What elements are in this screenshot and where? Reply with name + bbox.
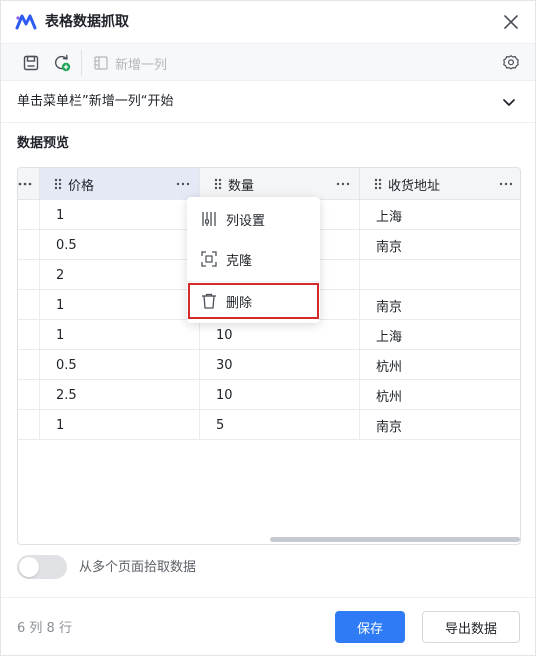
column-more-icon[interactable] bbox=[498, 176, 514, 192]
more-dots-icon bbox=[18, 182, 32, 186]
footer: 6 列 8 行 保存 导出数据 bbox=[1, 597, 535, 655]
app-logo-icon bbox=[15, 14, 37, 30]
multi-page-toggle-label: 从多个页面拾取数据 bbox=[79, 560, 197, 575]
table-size-summary: 6 列 8 行 bbox=[17, 621, 72, 636]
add-column-label: 新增一列 bbox=[115, 57, 168, 73]
table-cell[interactable]: 5 bbox=[200, 410, 360, 440]
settings-gear-icon[interactable] bbox=[501, 53, 521, 73]
table-cell[interactable]: 10 bbox=[200, 320, 360, 350]
drag-handle-icon[interactable] bbox=[214, 178, 222, 190]
instruction-row[interactable]: 单击菜单栏”新增一列“开始 bbox=[1, 81, 535, 123]
table-cell[interactable]: 1 bbox=[40, 320, 200, 350]
table-cell[interactable]: 10 bbox=[200, 380, 360, 410]
refresh-add-icon[interactable] bbox=[52, 53, 72, 73]
table-cell[interactable]: 南京 bbox=[360, 290, 520, 320]
table-cell[interactable]: 2.5 bbox=[40, 380, 200, 410]
truncated-column-header[interactable] bbox=[18, 168, 40, 200]
column-header-label: 价格 bbox=[68, 178, 95, 194]
drag-handle-icon[interactable] bbox=[374, 178, 382, 190]
data-scraper-window: 表格数据抓取 新增一列 单击菜单栏”新增一列“开始 数据预览 价格 数量 收货地… bbox=[0, 0, 536, 656]
menu-item-column-settings[interactable]: 列设置 bbox=[187, 199, 320, 239]
column-more-icon[interactable] bbox=[175, 176, 191, 192]
table-cell bbox=[18, 200, 40, 230]
table-cell bbox=[18, 320, 40, 350]
table-cell[interactable]: 2 bbox=[40, 260, 200, 290]
table-row[interactable]: 2.5 10 杭州 bbox=[18, 380, 520, 410]
table-row[interactable]: 0.5 30 杭州 bbox=[18, 350, 520, 380]
table-cell bbox=[18, 410, 40, 440]
table-cell[interactable]: 1 bbox=[40, 290, 200, 320]
table-cell[interactable]: 杭州 bbox=[360, 350, 520, 380]
table-cell[interactable] bbox=[360, 260, 520, 290]
window-title: 表格数据抓取 bbox=[45, 14, 129, 30]
drag-handle-icon[interactable] bbox=[54, 178, 62, 190]
highlight-box bbox=[188, 283, 319, 319]
table-cell[interactable]: 上海 bbox=[360, 200, 520, 230]
save-button[interactable]: 保存 bbox=[335, 611, 405, 643]
table-cell bbox=[18, 380, 40, 410]
column-header-price[interactable]: 价格 bbox=[40, 168, 200, 200]
table-row[interactable]: 1 5 南京 bbox=[18, 410, 520, 440]
column-header-quantity[interactable]: 数量 bbox=[200, 168, 360, 200]
table-cell[interactable]: 南京 bbox=[360, 410, 520, 440]
table-cell bbox=[18, 290, 40, 320]
table-row[interactable]: 1 10 上海 bbox=[18, 320, 520, 350]
toggle-knob bbox=[19, 557, 39, 577]
toolbar-divider bbox=[81, 50, 82, 76]
close-icon[interactable] bbox=[501, 12, 521, 32]
clone-icon bbox=[201, 251, 217, 267]
export-data-button[interactable]: 导出数据 bbox=[422, 611, 520, 643]
column-context-menu: 列设置 克隆 删除 bbox=[187, 197, 320, 323]
column-header-label: 数量 bbox=[228, 178, 255, 194]
add-column-icon bbox=[94, 56, 108, 70]
toolbar: 新增一列 bbox=[1, 43, 535, 81]
table-cell[interactable]: 1 bbox=[40, 410, 200, 440]
multi-page-toggle[interactable] bbox=[17, 555, 67, 579]
table-header: 价格 数量 收货地址 bbox=[18, 168, 520, 200]
table-cell[interactable]: 南京 bbox=[360, 230, 520, 260]
column-settings-icon bbox=[202, 212, 216, 226]
add-column-button[interactable]: 新增一列 bbox=[93, 53, 167, 73]
table-cell bbox=[18, 260, 40, 290]
menu-item-label: 列设置 bbox=[226, 213, 266, 229]
table-cell[interactable]: 1 bbox=[40, 200, 200, 230]
table-cell[interactable]: 0.5 bbox=[40, 350, 200, 380]
instruction-text: 单击菜单栏”新增一列“开始 bbox=[17, 94, 174, 109]
horizontal-scrollbar[interactable] bbox=[270, 537, 520, 542]
save-icon[interactable] bbox=[21, 53, 41, 73]
table-cell[interactable]: 30 bbox=[200, 350, 360, 380]
table-cell[interactable]: 0.5 bbox=[40, 230, 200, 260]
column-more-icon[interactable] bbox=[335, 176, 351, 192]
preview-section-title: 数据预览 bbox=[17, 136, 70, 151]
title-bar: 表格数据抓取 bbox=[1, 1, 535, 43]
table-cell[interactable]: 上海 bbox=[360, 320, 520, 350]
menu-item-label: 克隆 bbox=[226, 253, 253, 269]
column-header-address[interactable]: 收货地址 bbox=[360, 168, 520, 200]
column-header-label: 收货地址 bbox=[388, 178, 441, 194]
table-cell bbox=[18, 230, 40, 260]
menu-item-clone[interactable]: 克隆 bbox=[187, 239, 320, 279]
chevron-down-icon[interactable] bbox=[499, 92, 519, 112]
table-cell bbox=[18, 350, 40, 380]
table-cell[interactable]: 杭州 bbox=[360, 380, 520, 410]
